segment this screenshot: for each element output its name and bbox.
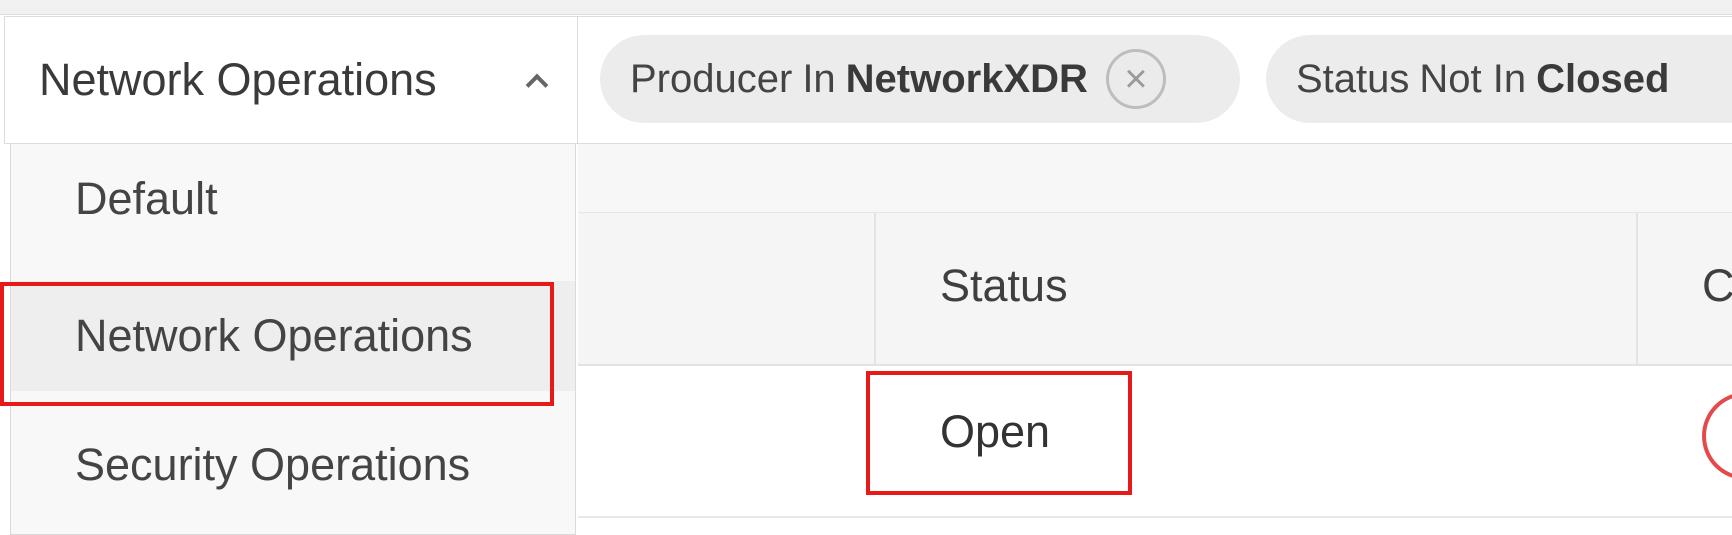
column-header-status[interactable]: Status <box>940 260 1068 312</box>
menu-item-label: Network Operations <box>75 310 473 361</box>
filter-chip-producer[interactable]: Producer In NetworkXDR × <box>600 35 1240 123</box>
table-header-row <box>578 213 1732 366</box>
filter-chip-operator: In <box>802 56 836 101</box>
table-row[interactable] <box>578 366 1732 518</box>
filter-bar: Producer In NetworkXDR × Status Not In C… <box>578 16 1732 144</box>
chevron-up-icon <box>525 73 549 97</box>
column-divider[interactable] <box>1636 213 1638 364</box>
filter-chip-field: Producer <box>630 56 793 101</box>
filter-chip-operator: Not In <box>1419 56 1527 101</box>
column-divider[interactable] <box>874 213 876 364</box>
view-selector-label: Network Operations <box>39 54 437 105</box>
menu-item-default[interactable]: Default <box>11 144 575 254</box>
menu-item-label: Default <box>75 173 218 224</box>
filter-chip-value: Closed <box>1536 56 1670 101</box>
menu-item-label: Security Operations <box>75 439 471 490</box>
menu-item-security-operations[interactable]: Security Operations <box>11 410 575 520</box>
status-cell[interactable]: Open <box>940 406 1050 458</box>
top-strip <box>0 0 1732 15</box>
column-header-next[interactable]: C <box>1702 260 1732 312</box>
view-selector[interactable]: Network Operations <box>4 16 578 144</box>
view-dropdown-menu: Default Network Operations Security Oper… <box>10 144 576 535</box>
table-toolbar <box>578 144 1732 213</box>
filter-chip-field: Status <box>1296 56 1410 101</box>
filter-chip-status[interactable]: Status Not In Closed <box>1266 35 1732 123</box>
menu-item-network-operations[interactable]: Network Operations <box>11 281 575 391</box>
incidents-table: Status C Open <box>578 144 1732 535</box>
filter-chip-value: NetworkXDR <box>845 56 1088 101</box>
close-circle-icon[interactable]: × <box>1105 49 1166 109</box>
